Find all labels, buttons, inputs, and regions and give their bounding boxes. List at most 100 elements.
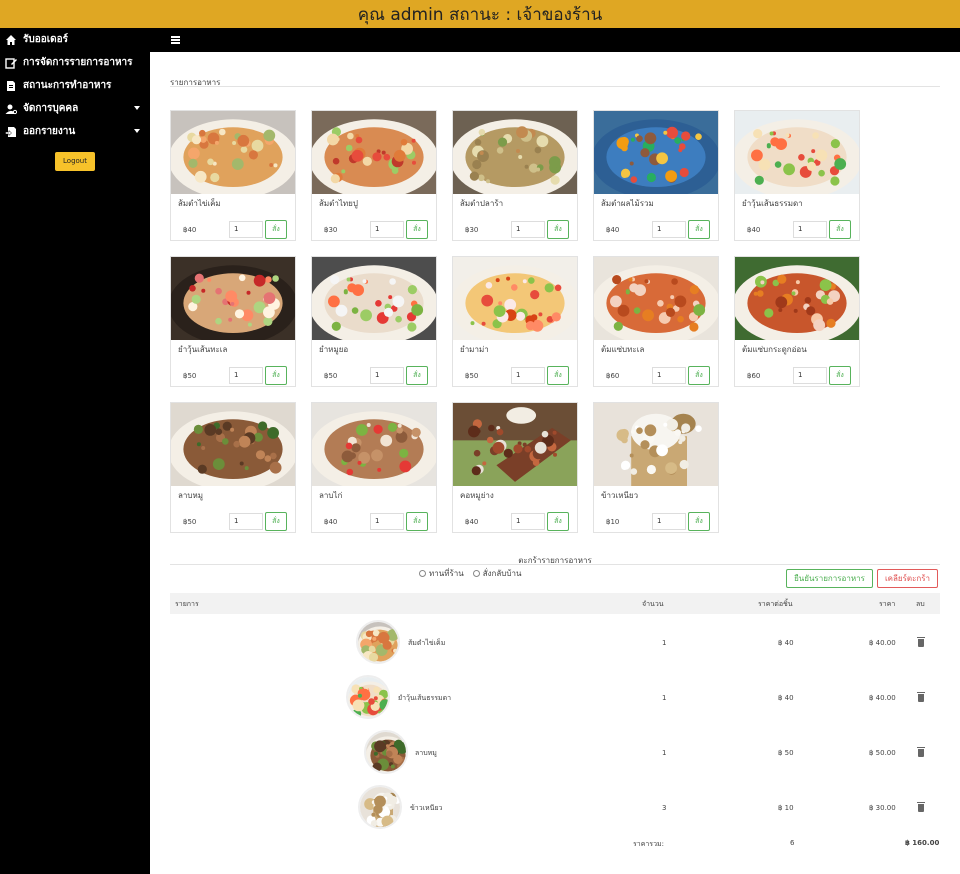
order-button[interactable]: สั่ง bbox=[688, 512, 710, 531]
menu-card: ต้มแซ่บทะเล ฿60 1 สั่ง bbox=[591, 256, 721, 387]
cart-item-name: ข้าวเหนียว bbox=[410, 804, 443, 812]
menu-card: ยำวุ้นเส้นธรรมดา ฿40 1 สั่ง bbox=[732, 110, 862, 241]
quantity-input[interactable]: 1 bbox=[229, 513, 263, 530]
cart-item-image bbox=[358, 785, 402, 829]
food-image bbox=[594, 403, 718, 486]
dine-in-radio[interactable] bbox=[419, 570, 426, 577]
sidebar-item[interactable]: จัดการบุคคล bbox=[0, 97, 150, 120]
menu-card: ส้มตำไข่เค็ม ฿40 1 สั่ง bbox=[168, 110, 298, 241]
food-price: ฿50 bbox=[183, 372, 197, 380]
food-price: ฿60 bbox=[606, 372, 620, 380]
quantity-input[interactable]: 1 bbox=[229, 221, 263, 238]
clear-cart-button[interactable]: เคลียร์ตะกร้า bbox=[877, 569, 938, 588]
food-name: ยำวุ้นเส้นทะเล bbox=[178, 345, 228, 354]
trash-icon[interactable] bbox=[917, 692, 925, 702]
food-name: ยำมาม่า bbox=[460, 345, 489, 354]
takeaway-label: สั่งกลับบ้าน bbox=[482, 569, 522, 578]
main-content: รายการอาหาร ส้มตำไข่เค็ม ฿40 1 สั่ง ส้มตำไทย… bbox=[150, 52, 960, 874]
cart-item-name: ส้มตำไข่เค็ม bbox=[408, 639, 446, 647]
sidebar: รับออเดอร์ การจัดการรายการอาหาร สถานะการทำ… bbox=[0, 28, 150, 874]
header-title: คุณ admin สถานะ : เจ้าของร้าน bbox=[357, 5, 603, 25]
food-price: ฿30 bbox=[324, 226, 338, 234]
food-price: ฿50 bbox=[465, 372, 479, 380]
column-header: รายการ bbox=[175, 600, 199, 608]
confirm-order-button[interactable]: ยืนยันรายการอาหาร bbox=[786, 569, 873, 588]
sidebar-item[interactable]: สถานะการทำอาหาร bbox=[0, 74, 150, 97]
food-image bbox=[309, 111, 439, 199]
sidebar-item-label: จัดการบุคคล bbox=[23, 103, 79, 114]
takeaway-radio[interactable] bbox=[472, 570, 480, 577]
food-image bbox=[453, 403, 577, 486]
order-button[interactable]: สั่ง bbox=[406, 512, 428, 531]
order-button[interactable]: สั่ง bbox=[829, 366, 851, 385]
sidebar-item[interactable]: รับออเดอร์ bbox=[0, 28, 150, 51]
order-button[interactable]: สั่ง bbox=[265, 512, 287, 531]
menu-card: ส้มตำปลาร้า ฿30 1 สั่ง bbox=[450, 110, 580, 241]
quantity-input[interactable]: 1 bbox=[793, 221, 827, 238]
report-icon bbox=[5, 126, 17, 138]
file-icon bbox=[5, 80, 17, 92]
menu-card: คอหมูย่าง฿40 1 สั่ง bbox=[452, 402, 578, 533]
order-button[interactable]: สั่ง bbox=[688, 220, 710, 239]
menu-section-title: รายการอาหาร bbox=[170, 78, 221, 87]
caret-down-icon bbox=[134, 106, 140, 110]
quantity-input[interactable]: 1 bbox=[370, 221, 404, 238]
sidebar-item[interactable]: ออกรายงาน bbox=[0, 120, 150, 143]
quantity-input[interactable]: 1 bbox=[652, 221, 686, 238]
cart-item-price: ฿ 40.00 bbox=[869, 694, 896, 702]
cart-row: ส้มตำไข่เค็ม 1 ฿ 40 ฿ 40.00 bbox=[170, 615, 940, 670]
quantity-input[interactable]: 1 bbox=[652, 513, 686, 530]
quantity-input[interactable]: 1 bbox=[370, 513, 404, 530]
quantity-input[interactable]: 1 bbox=[370, 367, 404, 384]
edit-icon bbox=[5, 57, 17, 69]
menu-toggle-icon[interactable] bbox=[171, 36, 180, 44]
food-name: ข้าวเหนียว bbox=[601, 491, 639, 500]
quantity-input[interactable]: 1 bbox=[511, 221, 545, 238]
order-button[interactable]: สั่ง bbox=[547, 220, 569, 239]
column-header: ราคาต่อชิ้น bbox=[758, 600, 793, 608]
cart-item-image bbox=[356, 620, 400, 664]
menu-card: ยำหมูยอ ฿50 1 สั่ง bbox=[309, 256, 439, 387]
food-image bbox=[168, 111, 298, 199]
trash-icon[interactable] bbox=[917, 747, 925, 757]
trash-icon[interactable] bbox=[917, 637, 925, 647]
food-price: ฿50 bbox=[324, 372, 338, 380]
food-name: คอหมูย่าง bbox=[460, 491, 494, 500]
food-image bbox=[450, 111, 580, 199]
order-button[interactable]: สั่ง bbox=[265, 366, 287, 385]
cart-table-header: รายการ จำนวน ราคาต่อชิ้น ราคา ลบ bbox=[170, 593, 940, 614]
menu-card: ส้มตำผลไม้รวม ฿40 1 สั่ง bbox=[591, 110, 721, 241]
food-image bbox=[591, 111, 721, 199]
logout-button[interactable]: Logout bbox=[55, 152, 95, 171]
cart-item-name: ยำวุ้นเส้นธรรมดา bbox=[398, 694, 452, 702]
column-header: จำนวน bbox=[642, 600, 664, 608]
quantity-input[interactable]: 1 bbox=[793, 367, 827, 384]
sidebar-item-label: ออกรายงาน bbox=[23, 126, 76, 137]
sidebar-item[interactable]: การจัดการรายการอาหาร bbox=[0, 51, 150, 74]
menu-card: ลาบหมู ฿50 1 สั่ง bbox=[168, 402, 298, 533]
food-image bbox=[732, 111, 862, 199]
order-button[interactable]: สั่ง bbox=[265, 220, 287, 239]
quantity-input[interactable]: 1 bbox=[652, 367, 686, 384]
food-image bbox=[168, 257, 298, 345]
order-button[interactable]: สั่ง bbox=[688, 366, 710, 385]
menu-card: ลาบไก่ ฿40 1 สั่ง bbox=[309, 402, 439, 533]
food-price: ฿40 bbox=[465, 518, 479, 526]
order-button[interactable]: สั่ง bbox=[829, 220, 851, 239]
order-button[interactable]: สั่ง bbox=[406, 220, 428, 239]
order-button[interactable]: สั่ง bbox=[547, 512, 569, 531]
food-price: ฿40 bbox=[324, 518, 338, 526]
quantity-input[interactable]: 1 bbox=[229, 367, 263, 384]
cart-item-unit-price: ฿ 40 bbox=[778, 639, 794, 647]
quantity-input[interactable]: 1 bbox=[511, 513, 545, 530]
cart-item-price: ฿ 40.00 bbox=[869, 639, 896, 647]
cart-item-image bbox=[364, 730, 408, 774]
quantity-input[interactable]: 1 bbox=[511, 367, 545, 384]
total-label: ราคารวม: bbox=[633, 840, 664, 848]
top-nav bbox=[150, 28, 960, 52]
trash-icon[interactable] bbox=[917, 802, 925, 812]
food-image bbox=[732, 257, 862, 345]
order-button[interactable]: สั่ง bbox=[406, 366, 428, 385]
cart-item-quantity: 3 bbox=[662, 804, 667, 812]
order-button[interactable]: สั่ง bbox=[547, 366, 569, 385]
